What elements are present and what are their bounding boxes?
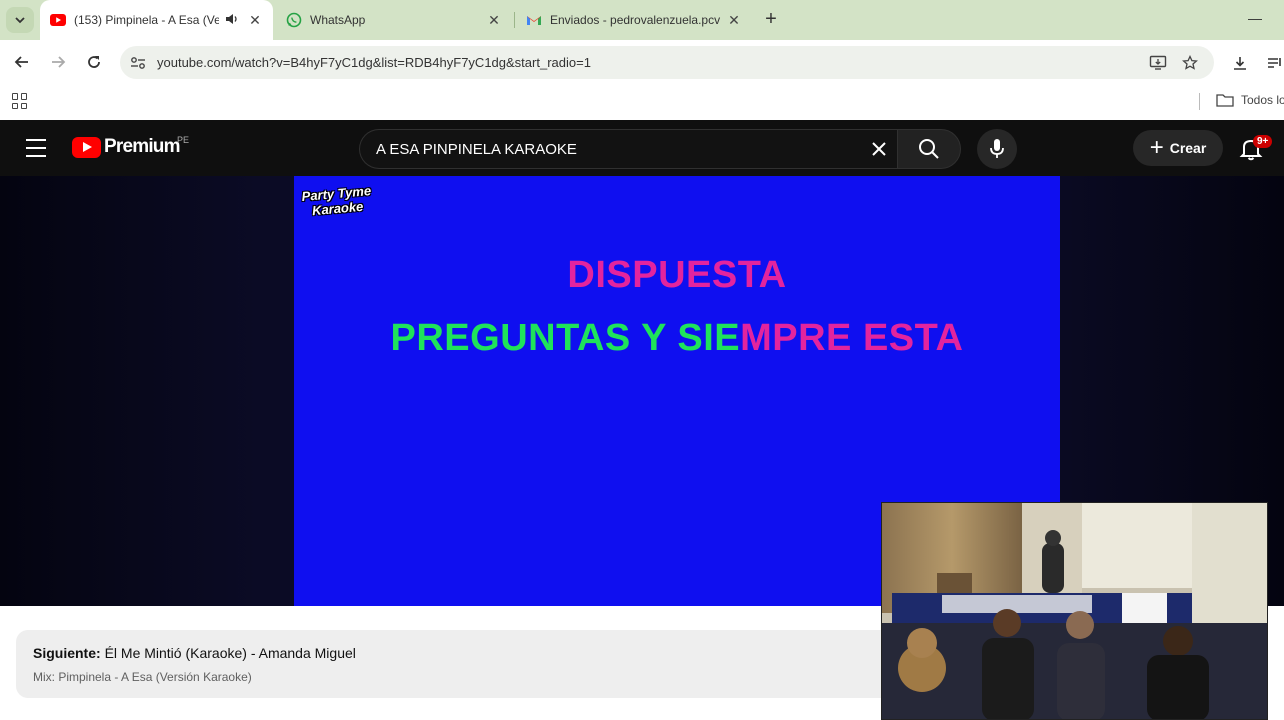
- close-tab-icon[interactable]: ✕: [486, 12, 502, 29]
- downloads-button[interactable]: [1229, 52, 1251, 74]
- voice-search-button[interactable]: [977, 129, 1017, 169]
- webcam-video-image: [882, 503, 1267, 719]
- tab-divider: [514, 12, 515, 28]
- speaker-icon[interactable]: [225, 13, 239, 28]
- tab-title: Enviados - pedrovalenzuela.pcv: [550, 13, 721, 27]
- lyric-line-1: DISPUESTA: [567, 254, 787, 296]
- apps-grid-icon[interactable]: [12, 93, 28, 109]
- minimize-button[interactable]: —: [1248, 10, 1262, 26]
- new-tab-button[interactable]: +: [760, 9, 782, 31]
- youtube-icon: [50, 12, 66, 28]
- bookmarks-bar: Todos los: [0, 84, 1284, 120]
- youtube-play-icon: [72, 136, 101, 158]
- lyric-sung-part: PREGUNTAS Y SIE: [390, 317, 741, 359]
- site-settings-icon[interactable]: [128, 53, 148, 73]
- search-input[interactable]: A ESA PINPINELA KARAOKE: [359, 129, 897, 169]
- address-bar[interactable]: youtube.com/watch?v=B4hyF7yC1dg&list=RDB…: [120, 46, 1214, 79]
- microphone-icon: [990, 139, 1004, 158]
- karaoke-logo: Party Tyme Karaoke: [301, 183, 373, 219]
- plus-icon: +: [1149, 134, 1164, 161]
- search-query: A ESA PINPINELA KARAOKE: [376, 141, 577, 158]
- gmail-icon: [526, 12, 542, 28]
- up-next-title: Él Me Mintió (Karaoke) - Amanda Miguel: [104, 645, 356, 661]
- reading-list-button[interactable]: [1264, 52, 1284, 74]
- forward-button[interactable]: [46, 50, 70, 74]
- url-text: youtube.com/watch?v=B4hyF7yC1dg&list=RDB…: [157, 55, 591, 70]
- all-bookmarks-folder[interactable]: Todos los: [1216, 93, 1284, 107]
- youtube-header: Premium PE A ESA PINPINELA KARAOKE + Cre…: [0, 120, 1284, 176]
- up-next-mix: Mix: Pimpinela - A Esa (Versión Karaoke): [33, 670, 252, 684]
- up-next-card[interactable]: Siguiente: Él Me Mintió (Karaoke) - Aman…: [16, 630, 916, 698]
- bookmarks-folder-label: Todos los: [1241, 93, 1284, 107]
- download-icon: [1234, 57, 1246, 70]
- country-code: PE: [177, 135, 190, 145]
- search-icon: [919, 139, 939, 159]
- tab-youtube[interactable]: (153) Pimpinela - A Esa (Versión Karaoke…: [40, 0, 273, 40]
- browser-toolbar: youtube.com/watch?v=B4hyF7yC1dg&list=RDB…: [0, 40, 1284, 84]
- folder-icon: [1216, 94, 1234, 107]
- clear-search-icon[interactable]: [868, 138, 890, 160]
- back-button[interactable]: [10, 50, 34, 74]
- menu-icon[interactable]: [26, 139, 46, 157]
- bookmarks-divider: [1199, 93, 1200, 110]
- lyric-unsung-part: MPRE ESTA: [740, 317, 964, 359]
- up-next-title-line: Siguiente: Él Me Mintió (Karaoke) - Aman…: [33, 645, 356, 661]
- chevron-down-icon: [15, 17, 25, 24]
- lyric-line-2: PREGUNTAS Y SIEMPRE ESTA: [294, 317, 1060, 360]
- bookmark-star-icon[interactable]: [1180, 53, 1200, 73]
- tab-title: (153) Pimpinela - A Esa (Versión Karaoke…: [74, 13, 219, 27]
- youtube-logo[interactable]: Premium: [72, 136, 181, 158]
- arrow-left-icon: [14, 56, 28, 68]
- tab-search-dropdown[interactable]: [6, 7, 34, 33]
- up-next-label: Siguiente:: [33, 645, 101, 661]
- search-button[interactable]: [897, 129, 961, 169]
- create-label: Crear: [1169, 140, 1207, 156]
- queue-music-icon: [1268, 58, 1281, 68]
- close-tab-icon[interactable]: ✕: [247, 12, 263, 29]
- tab-title: WhatsApp: [310, 13, 366, 27]
- webcam-overlay: [881, 502, 1268, 720]
- close-tab-icon[interactable]: ✕: [726, 12, 742, 29]
- youtube-brand: Premium: [104, 136, 181, 157]
- install-app-icon[interactable]: [1148, 53, 1168, 73]
- tab-strip: (153) Pimpinela - A Esa (Versión Karaoke…: [0, 0, 1284, 40]
- tab-gmail[interactable]: Enviados - pedrovalenzuela.pcv ✕: [516, 0, 752, 40]
- tab-whatsapp[interactable]: WhatsApp ✕: [276, 0, 512, 40]
- create-button[interactable]: + Crear: [1133, 130, 1223, 166]
- whatsapp-icon: [286, 12, 302, 28]
- reload-button[interactable]: [82, 50, 106, 74]
- reload-icon: [88, 56, 100, 68]
- notification-badge: 9+: [1253, 135, 1273, 148]
- arrow-right-icon: [52, 56, 66, 68]
